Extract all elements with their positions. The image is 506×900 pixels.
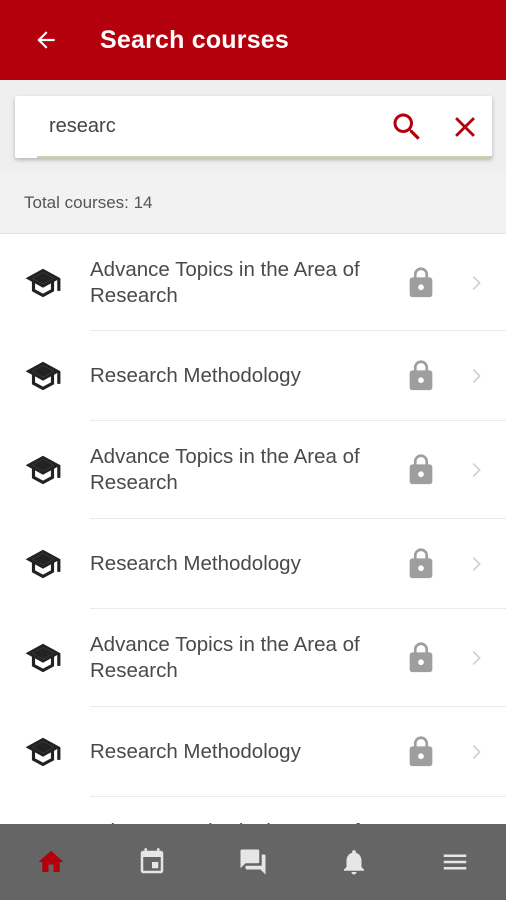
lock-icon bbox=[404, 356, 438, 396]
back-button[interactable] bbox=[22, 16, 70, 64]
nav-home-button[interactable] bbox=[21, 832, 81, 892]
chevron-right-icon bbox=[464, 263, 488, 303]
app-bar: Search courses bbox=[0, 0, 506, 80]
chevron-right-icon bbox=[464, 732, 488, 772]
graduation-cap-icon bbox=[23, 638, 63, 678]
graduation-cap-icon bbox=[23, 356, 63, 396]
search-area bbox=[0, 80, 506, 172]
nav-menu-button[interactable] bbox=[425, 832, 485, 892]
nav-notifications-button[interactable] bbox=[324, 832, 384, 892]
menu-icon bbox=[444, 854, 467, 870]
chevron-right-icon bbox=[464, 356, 488, 396]
search-underline bbox=[37, 156, 492, 158]
clear-button[interactable] bbox=[443, 105, 487, 149]
course-row[interactable]: Research Methodology bbox=[0, 707, 506, 797]
course-title: Advance Topics in the Area of Research bbox=[90, 444, 360, 494]
lock-icon bbox=[404, 263, 438, 303]
course-text-area: Advance Topics in the Area of Research bbox=[90, 797, 506, 825]
search-button[interactable] bbox=[385, 105, 429, 149]
course-title: Research Methodology bbox=[90, 551, 301, 575]
course-title: Research Methodology bbox=[90, 363, 301, 387]
arrow-left-icon bbox=[37, 31, 55, 49]
total-courses-bar: Total courses: 14 bbox=[0, 172, 506, 234]
course-text-area: Advance Topics in the Area of Research bbox=[90, 235, 506, 331]
graduation-cap-icon bbox=[23, 263, 63, 303]
search-card bbox=[15, 96, 492, 158]
close-icon bbox=[455, 117, 475, 137]
search-input[interactable] bbox=[37, 96, 347, 156]
chevron-right-icon bbox=[464, 450, 488, 490]
home-icon bbox=[38, 850, 64, 872]
lock-icon bbox=[404, 732, 438, 772]
course-text-area: Advance Topics in the Area of Research bbox=[90, 609, 506, 707]
lock-icon bbox=[404, 450, 438, 490]
chevron-right-icon bbox=[464, 638, 488, 678]
bottom-navigation bbox=[0, 824, 506, 900]
bell-icon bbox=[344, 850, 365, 875]
course-row[interactable]: Advance Topics in the Area of Research bbox=[0, 421, 506, 519]
course-title: Advance Topics in the Area of Research bbox=[90, 632, 360, 682]
nav-calendar-button[interactable] bbox=[122, 832, 182, 892]
page-title: Search courses bbox=[100, 25, 290, 54]
chat-icon bbox=[240, 849, 266, 875]
graduation-cap-icon bbox=[23, 544, 63, 584]
course-text-area: Research Methodology bbox=[90, 519, 506, 609]
course-row[interactable]: Advance Topics in the Area of Research bbox=[0, 235, 506, 331]
nav-messages-button[interactable] bbox=[223, 832, 283, 892]
search-icon bbox=[393, 113, 420, 140]
course-text-area: Research Methodology bbox=[90, 331, 506, 421]
chevron-right-icon bbox=[464, 544, 488, 584]
course-text-area: Advance Topics in the Area of Research bbox=[90, 421, 506, 519]
course-title: Advance Topics in the Area of Research bbox=[90, 257, 360, 307]
calendar-icon bbox=[140, 848, 164, 874]
graduation-cap-icon bbox=[23, 450, 63, 490]
course-row[interactable]: Advance Topics in the Area of Research bbox=[0, 797, 506, 825]
course-title: Research Methodology bbox=[90, 739, 301, 763]
total-courses-label: Total courses: 14 bbox=[24, 192, 153, 212]
lock-icon bbox=[404, 638, 438, 678]
course-text-area: Research Methodology bbox=[90, 707, 506, 797]
course-row[interactable]: Advance Topics in the Area of Research bbox=[0, 609, 506, 707]
course-list: Advance Topics in the Area of Research Re… bbox=[0, 235, 506, 824]
course-row[interactable]: Research Methodology bbox=[0, 519, 506, 609]
course-row[interactable]: Research Methodology bbox=[0, 331, 506, 421]
graduation-cap-icon bbox=[23, 732, 63, 772]
lock-icon bbox=[404, 544, 438, 584]
